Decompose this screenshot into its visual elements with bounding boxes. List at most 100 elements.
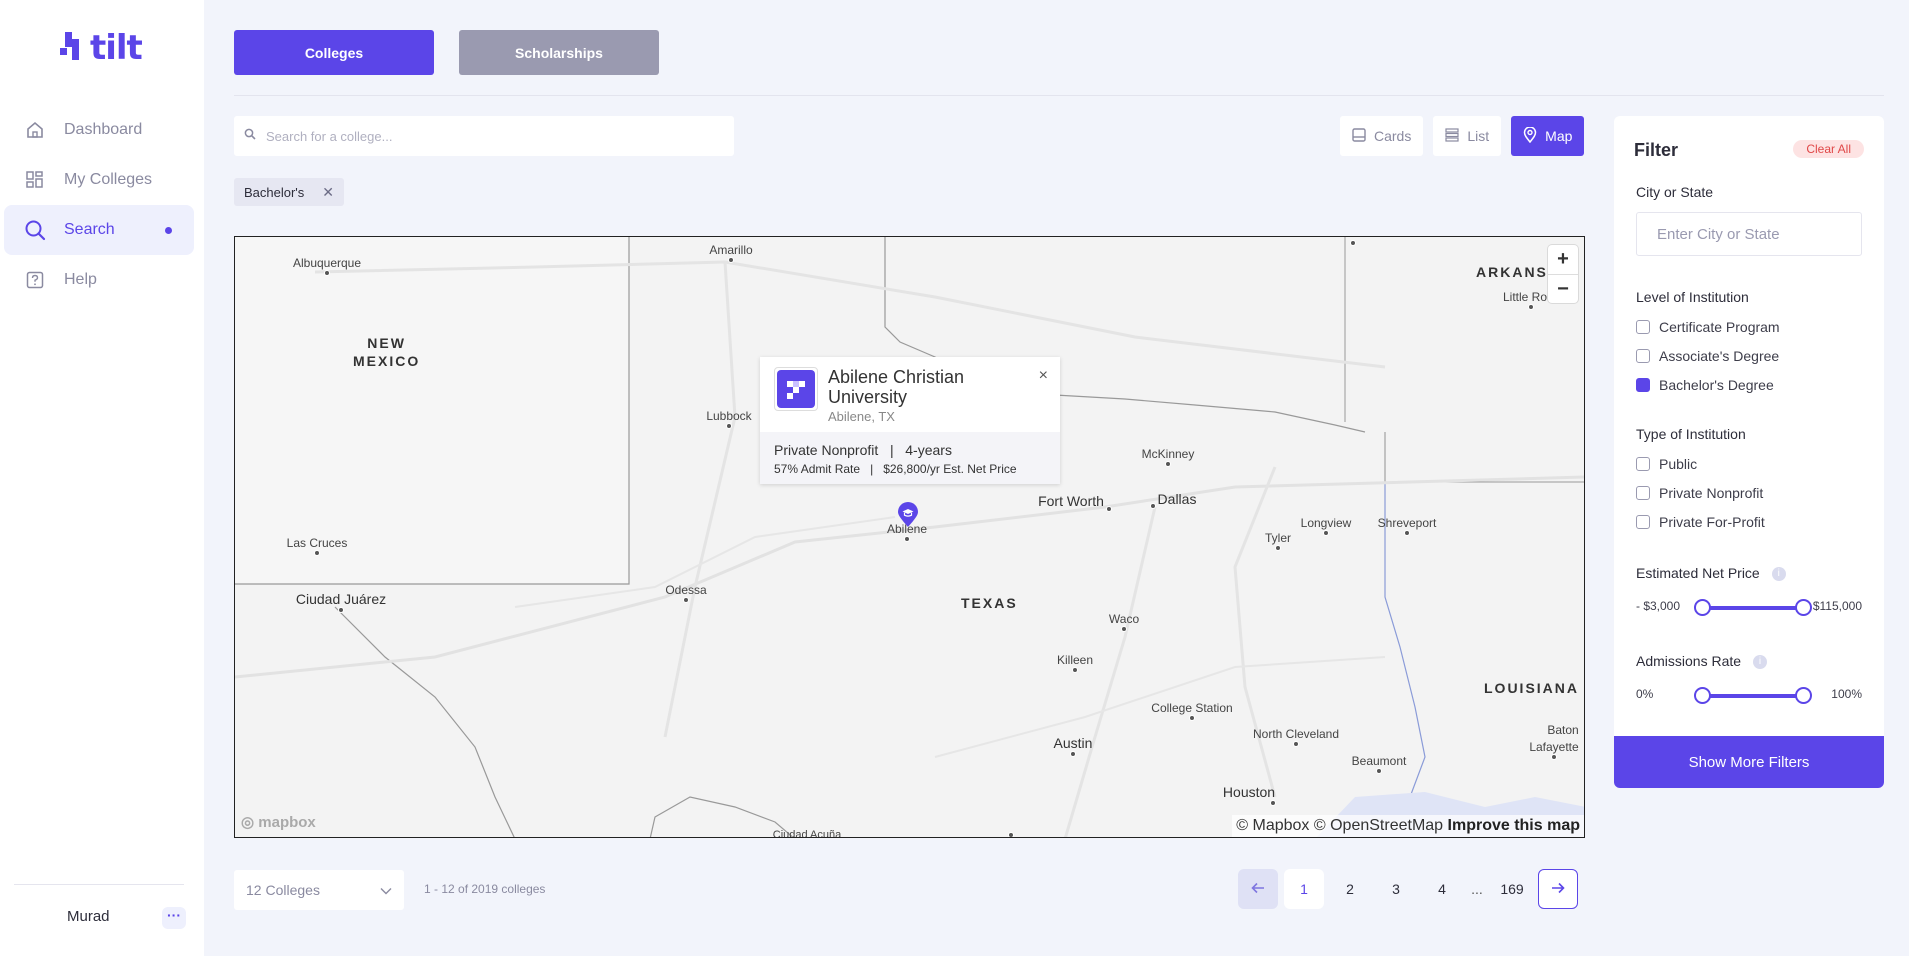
city-baton: Baton — [1547, 723, 1579, 737]
brand-name: tilt — [90, 28, 143, 68]
search-input[interactable] — [266, 128, 706, 144]
page-2-button[interactable]: 2 — [1330, 869, 1370, 909]
city-dot — [728, 257, 734, 263]
college-popup: Abilene Christian University Abilene, TX… — [760, 357, 1060, 484]
type-checkbox-public[interactable]: Public — [1636, 456, 1697, 472]
improve-map-link[interactable]: Improve this map — [1448, 817, 1580, 834]
checkbox-label: Associate's Degree — [1659, 348, 1780, 364]
page-1-button[interactable]: 1 — [1284, 869, 1324, 909]
price-max-handle[interactable] — [1795, 599, 1812, 616]
sidebar-item-help[interactable]: Help — [4, 255, 194, 305]
city-dot — [1121, 626, 1127, 632]
user-more-button[interactable]: ··· — [162, 907, 186, 929]
sidebar-nav: Dashboard My Colleges Search Help — [4, 105, 194, 305]
checkbox-label: Private Nonprofit — [1659, 485, 1764, 501]
attribution-mapbox[interactable]: © Mapbox — [1236, 817, 1309, 834]
per-page-value: 12 Colleges — [246, 882, 320, 898]
city-dot — [1376, 768, 1382, 774]
zoom-in-button[interactable]: + — [1548, 245, 1578, 274]
level-checkbox-associate[interactable]: Associate's Degree — [1636, 348, 1779, 364]
tab-scholarships[interactable]: Scholarships — [459, 30, 659, 75]
price-range-slider[interactable]: - $3,000 $115,000 — [1636, 597, 1862, 617]
popup-details: Private Nonprofit | 4-years 57% Admit Ra… — [760, 432, 1060, 484]
page-3-button[interactable]: 3 — [1376, 869, 1416, 909]
admit-label-row: Admissions Rate i — [1636, 653, 1768, 670]
type-checkbox-private-nonprofit[interactable]: Private Nonprofit — [1636, 485, 1763, 501]
city-dot — [1528, 304, 1534, 310]
admit-min-handle[interactable] — [1694, 687, 1711, 704]
city-ciudad-juarez: Ciudad Juárez — [295, 591, 387, 607]
college-marker-icon[interactable] — [897, 502, 919, 528]
city-dot — [1404, 530, 1410, 536]
level-checkbox-bachelor[interactable]: Bachelor's Degree — [1636, 377, 1774, 393]
admit-max-handle[interactable] — [1795, 687, 1812, 704]
checkbox[interactable] — [1636, 515, 1650, 529]
info-icon[interactable]: i — [1771, 567, 1786, 582]
attribution-osm[interactable]: © OpenStreetMap — [1314, 817, 1443, 834]
level-checkbox-certificate[interactable]: Certificate Program — [1636, 319, 1780, 335]
home-icon — [24, 119, 46, 141]
college-map[interactable]: NEW MEXICO TEXAS LOUISIANA ARKANS Albuque… — [234, 236, 1585, 838]
tilt-logo[interactable]: tilt — [60, 28, 143, 68]
next-page-button[interactable] — [1538, 869, 1578, 909]
checkbox-checked[interactable] — [1636, 378, 1650, 392]
sidebar-item-label: Search — [64, 221, 115, 238]
view-map-button[interactable]: Map — [1511, 116, 1585, 156]
sidebar-item-label: Dashboard — [64, 121, 143, 138]
sidebar-item-search[interactable]: Search — [4, 205, 194, 255]
arrow-right-icon — [1551, 881, 1565, 897]
checkbox[interactable] — [1636, 486, 1650, 500]
city-waco: Waco — [1108, 612, 1140, 626]
city-little-rock: Little Ro — [1502, 290, 1548, 304]
checkbox[interactable] — [1636, 349, 1650, 363]
info-icon[interactable]: i — [1753, 655, 1768, 670]
checkbox[interactable] — [1636, 320, 1650, 334]
price-min-handle[interactable] — [1694, 599, 1711, 616]
city-dot — [726, 423, 732, 429]
price-label-row: Estimated Net Price i — [1636, 565, 1786, 582]
logo-mark-icon — [60, 30, 88, 66]
user-name: Murad — [67, 908, 110, 925]
show-more-filters-button[interactable]: Show More Filters — [1614, 736, 1884, 788]
sidebar-item-dashboard[interactable]: Dashboard — [4, 105, 194, 155]
city-dot — [1008, 832, 1014, 837]
mapbox-logo[interactable]: ◎ mapbox — [241, 813, 316, 831]
region-label-new-mexico: NEW MEXICO — [353, 334, 420, 370]
type-checkbox-private-for-profit[interactable]: Private For-Profit — [1636, 514, 1765, 530]
popup-college-name[interactable]: Abilene Christian University — [828, 367, 1028, 407]
city-dot — [1150, 503, 1156, 509]
admit-max: 100% — [1831, 687, 1862, 701]
admit-label: Admissions Rate — [1636, 653, 1742, 669]
pagination: 1 2 3 4 ... 169 — [1238, 869, 1578, 909]
view-cards-label: Cards — [1374, 128, 1412, 144]
page-last-button[interactable]: 169 — [1492, 869, 1532, 909]
sidebar: tilt Dashboard My Colleges Search Help M… — [0, 0, 204, 956]
tab-colleges[interactable]: Colleges — [234, 30, 434, 75]
prev-page-button[interactable] — [1238, 869, 1278, 909]
clear-all-button[interactable]: Clear All — [1793, 140, 1864, 158]
city-college-station: College Station — [1151, 701, 1233, 715]
city-dot — [1551, 754, 1557, 760]
city-state-input[interactable] — [1636, 212, 1862, 256]
city-state-label: City or State — [1636, 184, 1714, 200]
zoom-out-button[interactable]: − — [1548, 274, 1578, 303]
mapbox-logo-icon: ◎ — [241, 814, 255, 831]
popup-close-icon[interactable]: × — [1039, 367, 1048, 385]
popup-stats-line: 57% Admit Rate | $26,800/yr Est. Net Pri… — [774, 462, 1046, 476]
city-dot — [338, 607, 344, 613]
view-list-button[interactable]: List — [1433, 116, 1502, 156]
view-cards-button[interactable]: Cards — [1340, 116, 1424, 156]
checkbox[interactable] — [1636, 457, 1650, 471]
chip-remove-icon[interactable]: ✕ — [322, 184, 334, 201]
admit-range-slider[interactable]: 0% 100% — [1636, 685, 1862, 705]
view-toggle: Cards List Map — [1340, 116, 1585, 156]
per-page-select[interactable]: 12 Colleges — [234, 870, 404, 910]
city-austin: Austin — [1053, 735, 1093, 751]
popup-length: 4-years — [905, 442, 952, 458]
city-mckinney: McKinney — [1141, 447, 1195, 461]
region-nm-line2: MEXICO — [353, 353, 421, 369]
chip-label: Bachelor's — [244, 184, 305, 200]
page-4-button[interactable]: 4 — [1422, 869, 1462, 909]
sidebar-item-my-colleges[interactable]: My Colleges — [4, 155, 194, 205]
city-dot — [904, 536, 910, 542]
